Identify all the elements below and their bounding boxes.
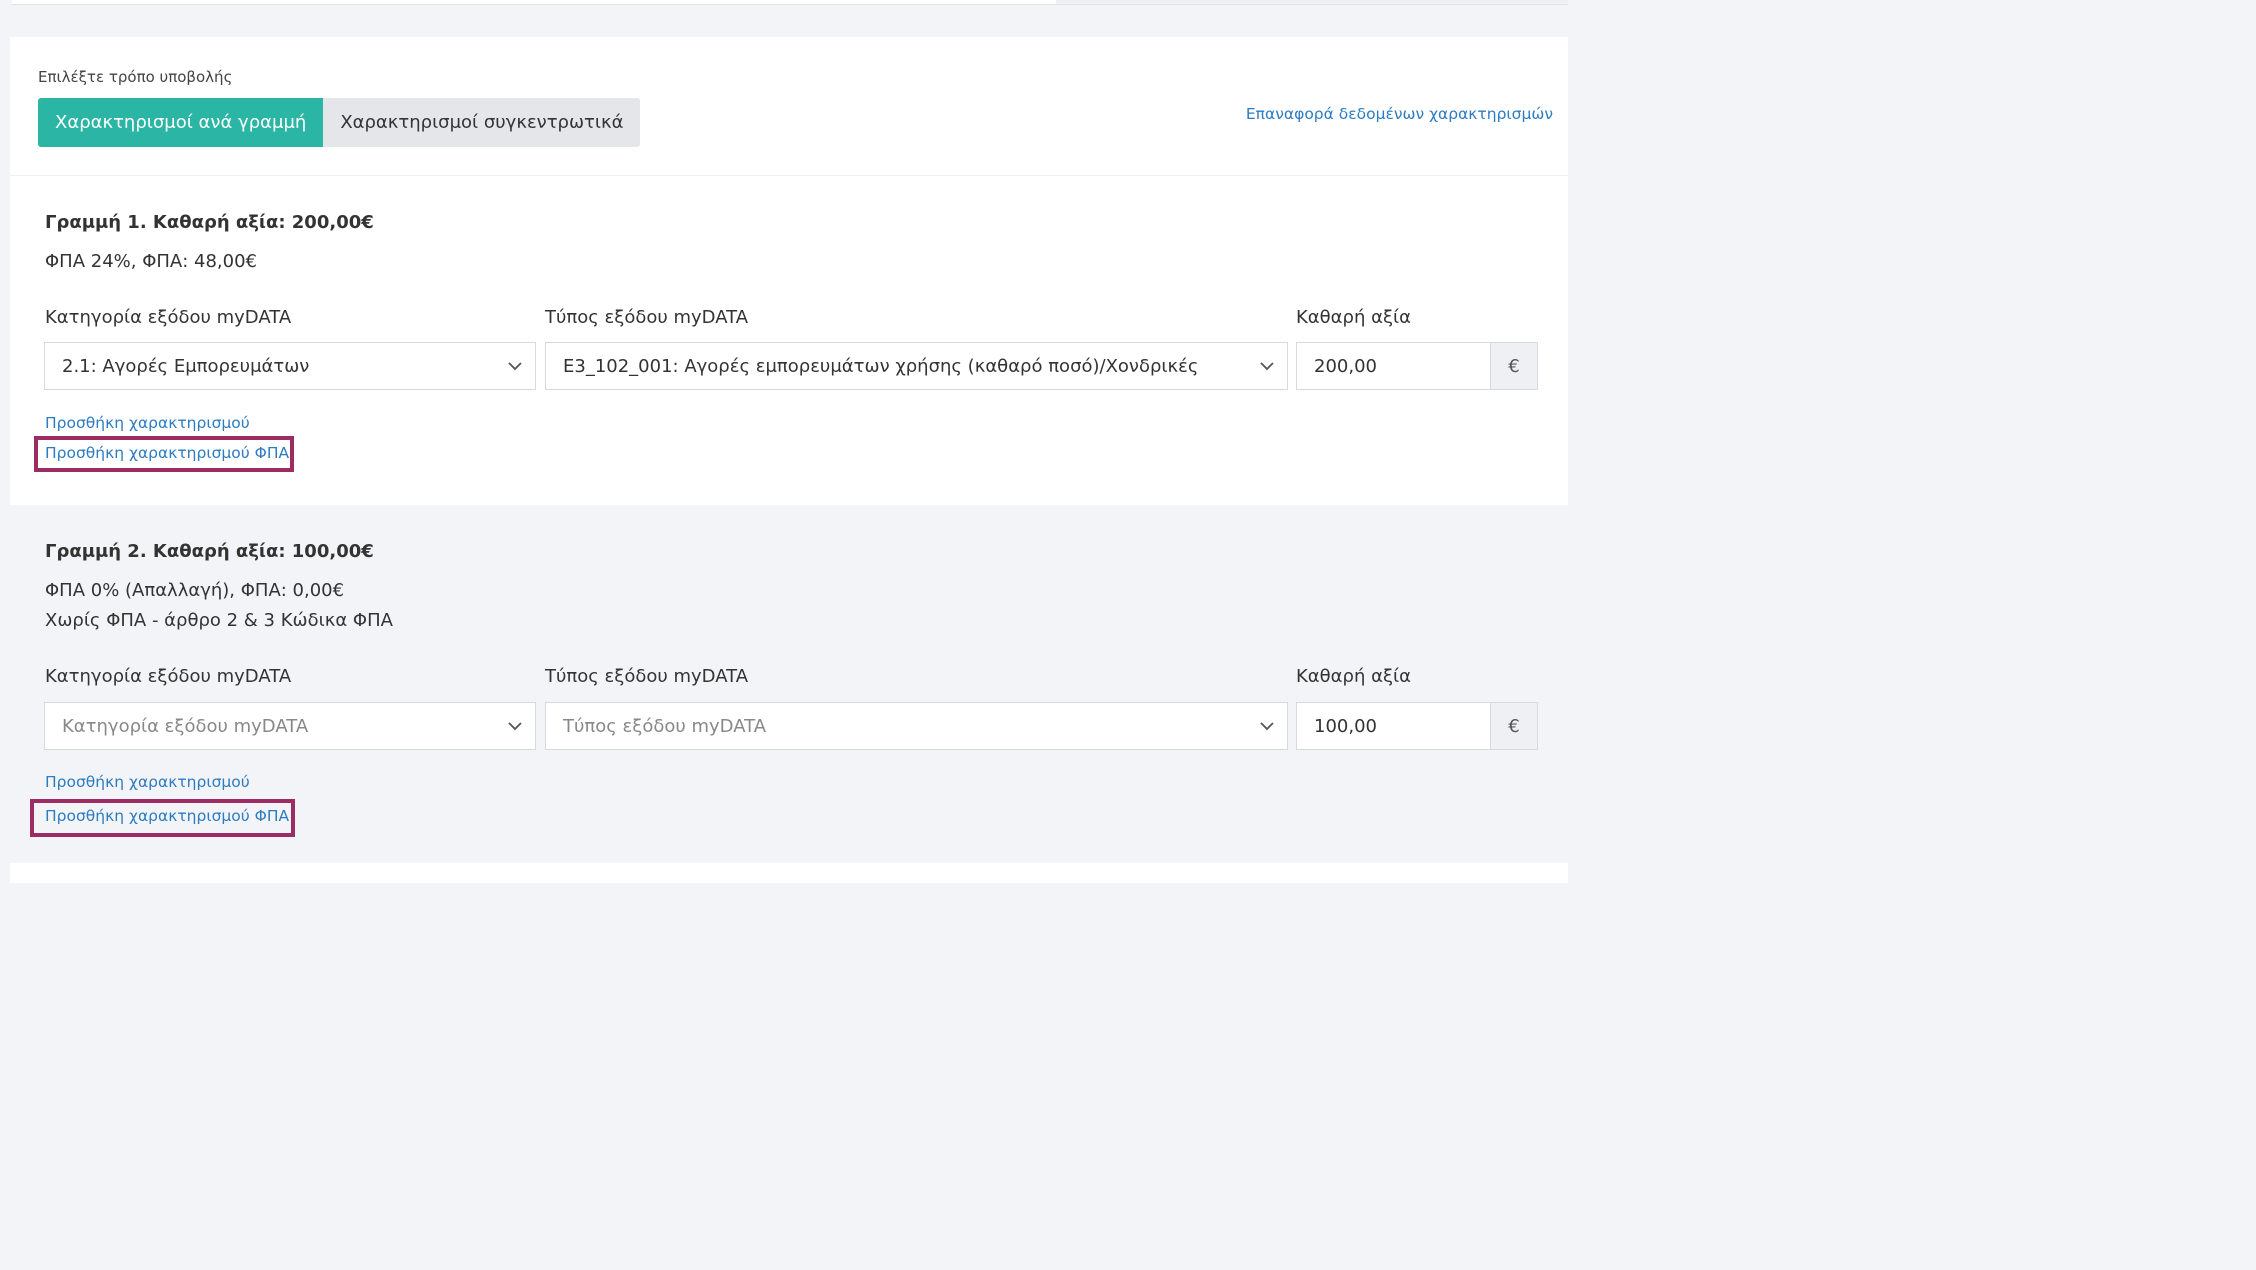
top-panel-edge (12, 0, 1056, 5)
characterization-card: Επιλέξτε τρόπο υποβολής Χαρακτηρισμοί αν… (10, 37, 1568, 883)
submission-mode-toggle: Χαρακτηρισμοί ανά γραμμή Χαρακτηρισμοί σ… (38, 98, 641, 147)
line-vat-info: ΦΠΑ 0% (Απαλλαγή), ΦΠΑ: 0,00€ (45, 580, 345, 601)
expense-type-placeholder: Τύπος εξόδου myDATA (563, 715, 767, 737)
add-characterization-link[interactable]: Προσθήκη χαρακτηρισμού (45, 414, 250, 432)
reset-characterizations-link[interactable]: Επαναφορά δεδομένων χαρακτηρισμών (1246, 105, 1553, 123)
invoice-line-1: Γραμμή 1. Καθαρή αξία: 200,00€ ΦΠΑ 24%, … (10, 176, 1568, 504)
expense-type-select[interactable]: Ε3_102_001: Αγορές εμπορευμάτων χρήσης (… (545, 342, 1288, 390)
expense-category-select[interactable]: Κατηγορία εξόδου myDATA (44, 702, 536, 750)
add-vat-characterization-link[interactable]: Προσθήκη χαρακτηρισμού ΦΠΑ (45, 444, 289, 462)
expense-category-placeholder: Κατηγορία εξόδου myDATA (62, 715, 309, 737)
add-characterization-link[interactable]: Προσθήκη χαρακτηρισμού (45, 773, 250, 791)
expense-type-label: Τύπος εξόδου myDATA (545, 307, 749, 328)
mode-per-line-button[interactable]: Χαρακτηρισμοί ανά γραμμή (38, 98, 324, 147)
net-value-label: Καθαρή αξία (1296, 307, 1411, 328)
expense-type-select[interactable]: Τύπος εξόδου myDATA (545, 702, 1288, 750)
submission-mode-section: Επιλέξτε τρόπο υποβολής Χαρακτηρισμοί αν… (10, 37, 1568, 176)
submission-mode-label: Επιλέξτε τρόπο υποβολής (38, 68, 233, 86)
net-value-input[interactable]: 200,00 (1296, 342, 1491, 390)
chevron-down-icon (1260, 362, 1274, 371)
line-title: Γραμμή 2. Καθαρή αξία: 100,00€ (45, 541, 374, 562)
add-vat-characterization-link[interactable]: Προσθήκη χαρακτηρισμού ΦΠΑ (45, 807, 289, 825)
net-value-label: Καθαρή αξία (1296, 666, 1411, 687)
mode-aggregate-button[interactable]: Χαρακτηρισμοί συγκεντρωτικά (323, 98, 641, 147)
expense-category-select[interactable]: 2.1: Αγορές Εμπορευμάτων (44, 342, 536, 390)
line-vat-info: ΦΠΑ 24%, ΦΠΑ: 48,00€ (45, 251, 257, 272)
currency-addon: € (1491, 702, 1538, 750)
line-title: Γραμμή 1. Καθαρή αξία: 200,00€ (45, 212, 374, 233)
currency-addon: € (1491, 342, 1538, 390)
expense-type-label: Τύπος εξόδου myDATA (545, 666, 749, 687)
chevron-down-icon (1260, 722, 1274, 731)
net-value-input[interactable]: 100,00 (1296, 702, 1491, 750)
expense-type-value: Ε3_102_001: Αγορές εμπορευμάτων χρήσης (… (563, 355, 1199, 377)
expense-category-label: Κατηγορία εξόδου myDATA (45, 307, 292, 328)
expense-category-value: 2.1: Αγορές Εμπορευμάτων (62, 355, 310, 377)
line-vat-exemption: Χωρίς ΦΠΑ - άρθρο 2 & 3 Κώδικα ΦΠΑ (45, 610, 393, 631)
expense-category-label: Κατηγορία εξόδου myDATA (45, 666, 292, 687)
top-panel-edge-right (1056, 0, 1568, 5)
chevron-down-icon (508, 722, 522, 731)
chevron-down-icon (508, 362, 522, 371)
invoice-line-2: Γραμμή 2. Καθαρή αξία: 100,00€ ΦΠΑ 0% (Α… (10, 505, 1568, 863)
